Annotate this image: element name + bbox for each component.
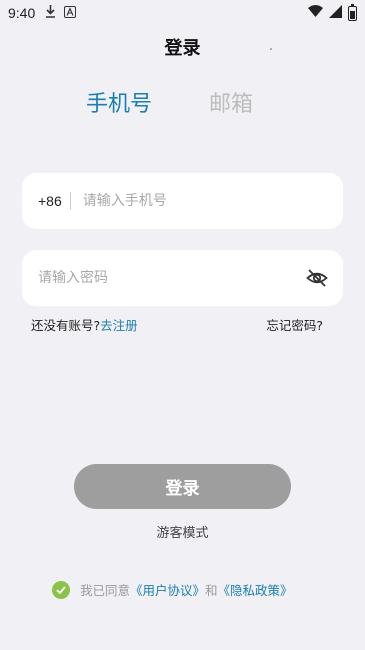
tab-email[interactable]: 邮箱	[209, 86, 253, 118]
register-link[interactable]: 去注册	[100, 318, 138, 333]
download-icon	[45, 5, 56, 21]
prefix-divider	[69, 192, 71, 210]
password-field	[22, 250, 343, 306]
register-prompt: 还没有账号?	[31, 318, 101, 333]
country-code[interactable]: +86	[38, 193, 62, 209]
battery-icon	[348, 3, 357, 21]
agreement-row: 我已同意 《用户协议》 和 《隐私政策》	[52, 580, 342, 599]
status-bar: 9:40	[0, 0, 365, 26]
agreement-and: 和	[205, 583, 218, 598]
agreement-prefix: 我已同意	[80, 583, 131, 598]
tab-phone[interactable]: 手机号	[86, 86, 152, 118]
privacy-policy-link[interactable]: 《隐私政策》	[218, 580, 293, 599]
phone-field: +86	[22, 173, 343, 229]
agreement-checkbox[interactable]	[52, 580, 70, 599]
user-agreement-link[interactable]: 《用户协议》	[130, 580, 205, 599]
decorative-dot	[270, 48, 272, 50]
eye-off-icon[interactable]	[305, 266, 329, 290]
login-method-tabs: 手机号 邮箱	[0, 86, 365, 118]
login-button[interactable]: 登录	[74, 464, 291, 509]
forgot-password-link[interactable]: 忘记密码?	[266, 315, 323, 334]
page-title: 登录	[164, 38, 201, 59]
signal-icon	[329, 4, 342, 22]
status-time: 9:40	[8, 5, 36, 21]
a-icon	[64, 5, 77, 21]
password-input[interactable]	[38, 250, 305, 306]
guest-mode-link[interactable]: 游客模式	[0, 522, 365, 541]
register-prompt-row: 还没有账号?去注册	[31, 315, 138, 334]
phone-input[interactable]	[82, 173, 343, 229]
wifi-icon	[308, 5, 323, 21]
check-icon	[56, 585, 66, 594]
